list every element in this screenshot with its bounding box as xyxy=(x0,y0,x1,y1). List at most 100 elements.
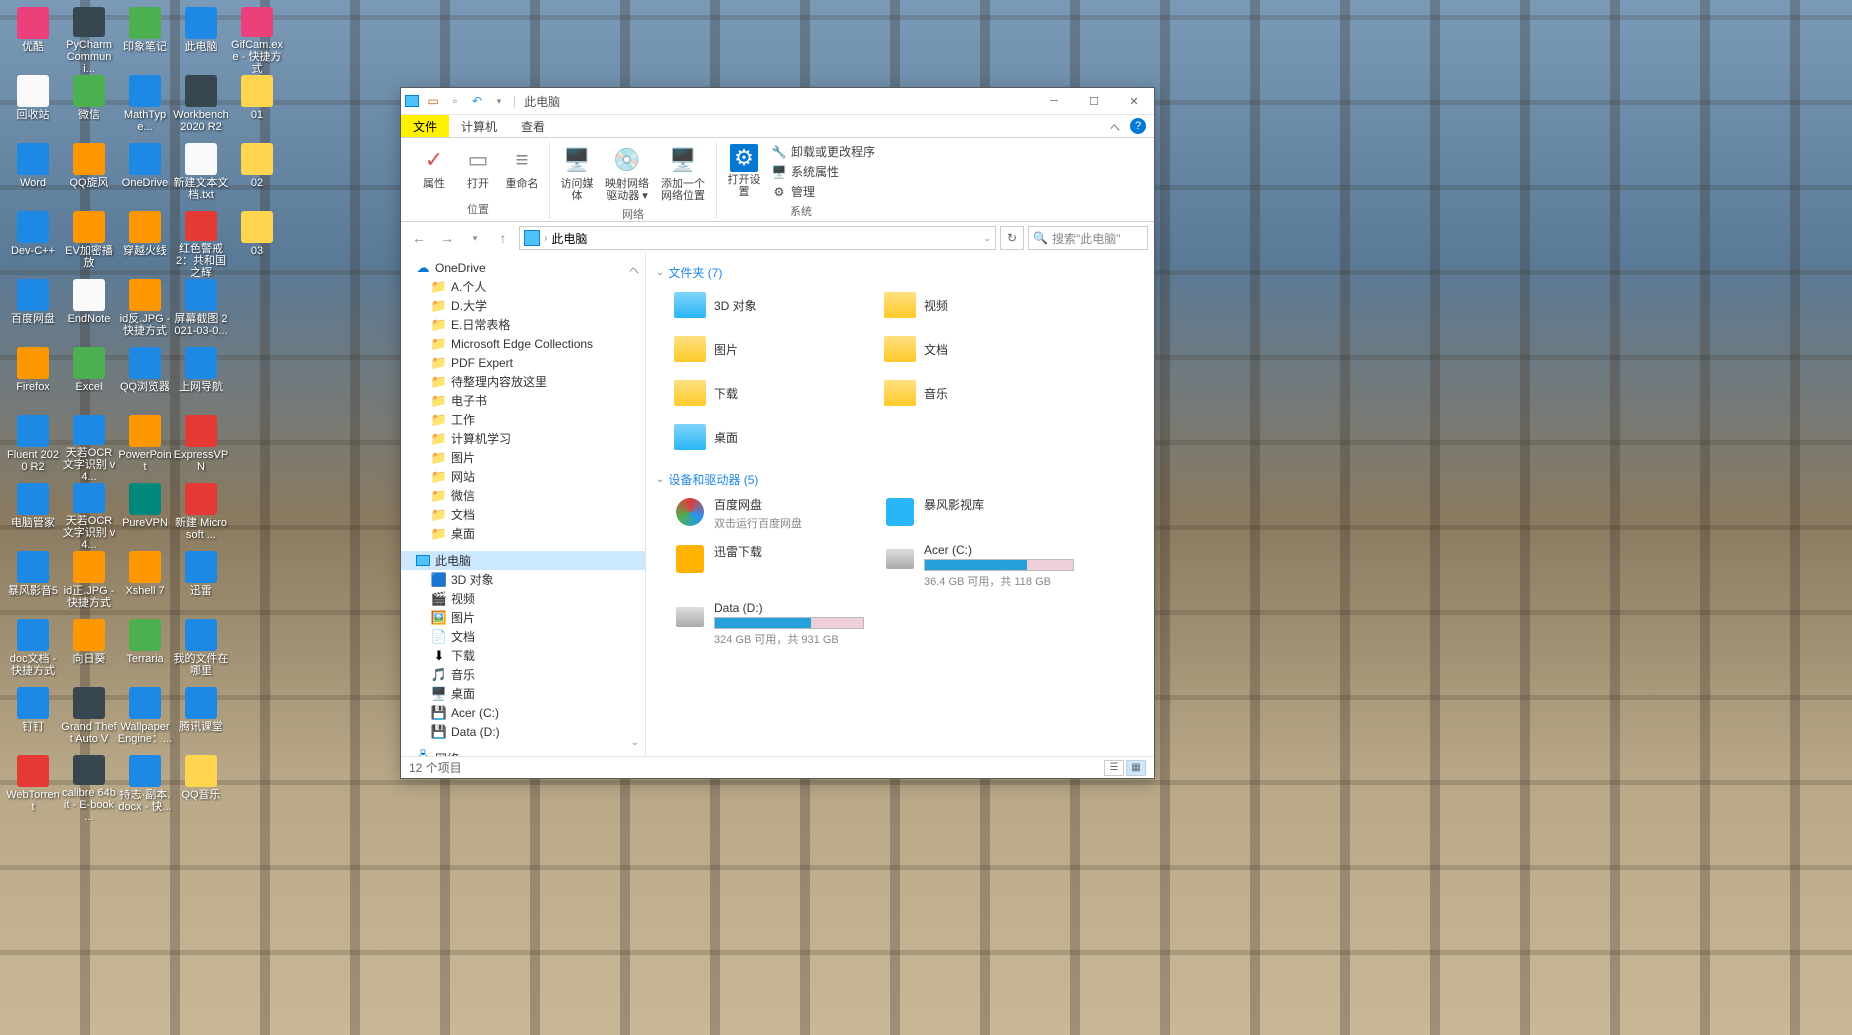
drive-item[interactable]: 百度网盘双击运行百度网盘 xyxy=(670,492,870,535)
desktop-icon[interactable]: Xshell 7 xyxy=(117,549,173,617)
section-folders-header[interactable]: ⌄ 文件夹 (7) xyxy=(656,260,1144,285)
desktop-icon[interactable]: 印象笔记 xyxy=(117,5,173,73)
qat-undo-icon[interactable]: ↶ xyxy=(469,93,485,109)
tree-folder[interactable]: 📁A.个人 xyxy=(401,277,645,296)
qat-dropdown-icon[interactable]: ▾ xyxy=(491,93,507,109)
tree-folder[interactable]: 📁电子书 xyxy=(401,391,645,410)
desktop-icon[interactable]: ExpressVPN xyxy=(173,413,229,481)
minimize-button[interactable]: ─ xyxy=(1034,88,1074,115)
desktop-icon[interactable]: 天若OCR文字识别 v4... xyxy=(61,481,117,549)
desktop-icon[interactable]: 回收站 xyxy=(5,73,61,141)
tree-onedrive[interactable]: ☁ OneDrive xyxy=(401,258,645,277)
desktop-icon[interactable]: MathType... xyxy=(117,73,173,141)
desktop-icon[interactable]: PureVPN xyxy=(117,481,173,549)
nav-back-button[interactable]: ← xyxy=(407,226,431,250)
ribbon-manage-button[interactable]: ⚙管理 xyxy=(767,182,879,201)
desktop-icon[interactable]: 红色警戒2：共和国之辉 xyxy=(173,209,229,277)
tree-network[interactable]: 🖧 网络 xyxy=(401,749,645,756)
drive-item[interactable]: Data (D:)324 GB 可用，共 931 GB xyxy=(670,597,870,651)
maximize-button[interactable]: ☐ xyxy=(1074,88,1114,115)
desktop-icon[interactable]: 暴风影音5 xyxy=(5,549,61,617)
tree-folder[interactable]: 📁网站 xyxy=(401,467,645,486)
desktop-icon[interactable]: Fluent 2020 R2 xyxy=(5,413,61,481)
ribbon-settings-button[interactable]: ⚙打开设置 xyxy=(723,142,765,201)
desktop-icon[interactable]: Terraria xyxy=(117,617,173,685)
desktop-icon[interactable]: 腾讯课堂 xyxy=(173,685,229,753)
tree-folder[interactable]: 📁PDF Expert xyxy=(401,353,645,372)
desktop-icon[interactable]: Workbench 2020 R2 xyxy=(173,73,229,141)
folder-item[interactable]: 3D 对象 xyxy=(670,285,870,325)
ribbon-add-network-button[interactable]: 🖥️添加一个网络位置 xyxy=(656,142,710,204)
tree-this-pc[interactable]: 此电脑 xyxy=(401,551,645,570)
folder-item[interactable]: 图片 xyxy=(670,329,870,369)
desktop-icon[interactable]: doc文档 - 快捷方式 xyxy=(5,617,61,685)
tree-folder[interactable]: 📁E.日常表格 xyxy=(401,315,645,334)
qat-new-folder-icon[interactable]: ▫ xyxy=(447,93,463,109)
desktop-icon[interactable]: 我的文件在哪里 xyxy=(173,617,229,685)
tree-folder[interactable]: 📁文档 xyxy=(401,505,645,524)
qat-properties-icon[interactable]: ▭ xyxy=(425,93,441,109)
tree-pc-item[interactable]: 💾Acer (C:) xyxy=(401,703,645,722)
folder-item[interactable]: 桌面 xyxy=(670,417,870,457)
address-input[interactable]: › 此电脑 ⌄ xyxy=(519,226,996,250)
desktop-icon[interactable]: 上网导航 xyxy=(173,345,229,413)
tree-pc-item[interactable]: 🖥️桌面 xyxy=(401,684,645,703)
ribbon-collapse-icon[interactable]: へ xyxy=(1110,119,1120,134)
drive-item[interactable]: Acer (C:)36.4 GB 可用，共 118 GB xyxy=(880,539,1080,593)
address-dropdown-icon[interactable]: ⌄ xyxy=(983,233,991,244)
tree-collapse-icon[interactable]: ヘ xyxy=(629,262,639,277)
nav-forward-button[interactable]: → xyxy=(435,226,459,250)
desktop-icon[interactable]: 向日葵 xyxy=(61,617,117,685)
tree-folder[interactable]: 📁Microsoft Edge Collections xyxy=(401,334,645,353)
desktop-icon[interactable]: Wallpaper Engine：... xyxy=(117,685,173,753)
view-details-button[interactable]: ☰ xyxy=(1104,760,1124,776)
nav-recent-icon[interactable]: ▾ xyxy=(463,226,487,250)
tree-folder[interactable]: 📁待整理内容放这里 xyxy=(401,372,645,391)
desktop-icon[interactable]: 持志·副本.docx - 快... xyxy=(117,753,173,821)
tree-folder[interactable]: 📁计算机学习 xyxy=(401,429,645,448)
desktop-icon[interactable]: 新建 Microsoft ... xyxy=(173,481,229,549)
drive-item[interactable]: 迅雷下载 xyxy=(670,539,870,593)
desktop-icon[interactable]: QQ音乐 xyxy=(173,753,229,821)
tab-view[interactable]: 查看 xyxy=(509,115,557,137)
desktop-icon[interactable]: OneDrive xyxy=(117,141,173,209)
desktop-icon[interactable]: 微信 xyxy=(61,73,117,141)
nav-up-button[interactable]: ↑ xyxy=(491,226,515,250)
desktop-icon[interactable]: 钉钉 xyxy=(5,685,61,753)
desktop-icon[interactable]: GifCam.exe - 快捷方式 xyxy=(229,5,285,73)
ribbon-sysprops-button[interactable]: 🖥️系统属性 xyxy=(767,162,879,181)
ribbon-open-button[interactable]: ▭打开 xyxy=(457,142,499,199)
tree-expand-icon[interactable]: ⌄ xyxy=(631,737,639,748)
desktop-icon[interactable]: 02 xyxy=(229,141,285,209)
drive-item[interactable]: 暴风影视库 xyxy=(880,492,1080,535)
desktop-icon[interactable]: 新建文本文档.txt xyxy=(173,141,229,209)
desktop-icon[interactable]: 电脑管家 xyxy=(5,481,61,549)
search-input[interactable]: 🔍 搜索"此电脑" xyxy=(1028,226,1148,250)
ribbon-rename-button[interactable]: ≡重命名 xyxy=(501,142,543,199)
desktop-icon[interactable]: 百度网盘 xyxy=(5,277,61,345)
desktop-icon[interactable]: 01 xyxy=(229,73,285,141)
tree-folder[interactable]: 📁微信 xyxy=(401,486,645,505)
desktop-icon[interactable]: EV加密播放 xyxy=(61,209,117,277)
folder-item[interactable]: 下载 xyxy=(670,373,870,413)
desktop-icon[interactable]: PyCharm Communi... xyxy=(61,5,117,73)
help-icon[interactable]: ? xyxy=(1130,118,1146,134)
tree-pc-item[interactable]: 💾Data (D:) xyxy=(401,722,645,741)
tree-folder[interactable]: 📁D.大学 xyxy=(401,296,645,315)
refresh-button[interactable]: ↻ xyxy=(1000,226,1024,250)
desktop-icon[interactable]: Word xyxy=(5,141,61,209)
folder-item[interactable]: 文档 xyxy=(880,329,1080,369)
ribbon-map-drive-button[interactable]: 💿映射网络驱动器 ▾ xyxy=(600,142,654,204)
tree-folder[interactable]: 📁桌面 xyxy=(401,524,645,543)
tab-file[interactable]: 文件 xyxy=(401,115,449,137)
desktop-icon[interactable]: QQ旋风 xyxy=(61,141,117,209)
desktop-icon[interactable]: id反.JPG - 快捷方式 xyxy=(117,277,173,345)
tree-pc-item[interactable]: ⬇下载 xyxy=(401,646,645,665)
view-tiles-button[interactable]: ▦ xyxy=(1126,760,1146,776)
desktop-icon[interactable]: 屏幕截图 2021-03-0... xyxy=(173,277,229,345)
desktop-icon[interactable]: QQ浏览器 xyxy=(117,345,173,413)
section-drives-header[interactable]: ⌄ 设备和驱动器 (5) xyxy=(656,467,1144,492)
desktop-icon[interactable]: WebTorrent xyxy=(5,753,61,821)
tree-folder[interactable]: 📁工作 xyxy=(401,410,645,429)
desktop-icon[interactable]: Dev-C++ xyxy=(5,209,61,277)
